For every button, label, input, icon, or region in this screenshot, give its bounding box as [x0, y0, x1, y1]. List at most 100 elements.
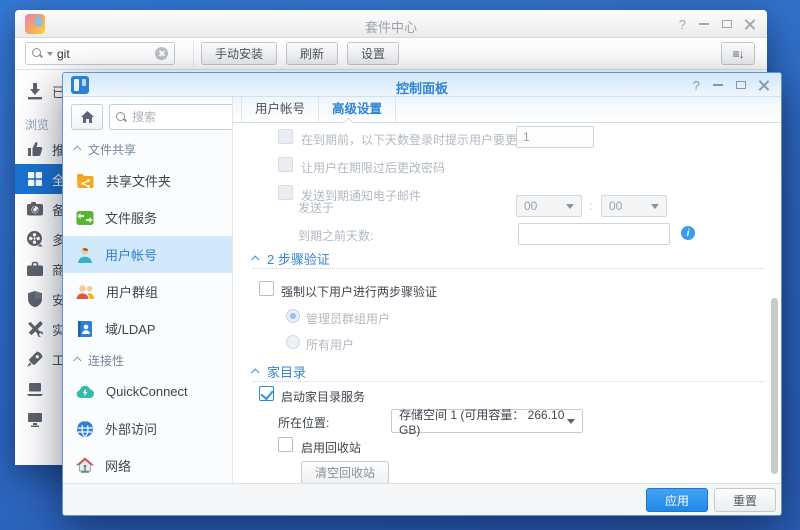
file-services-icon [75, 208, 95, 228]
send-hour-value: 00 [524, 199, 537, 213]
section-title: 文件共享 [88, 141, 136, 158]
download-icon [25, 81, 45, 101]
refresh-button[interactable]: 刷新 [286, 42, 338, 65]
home-button[interactable] [71, 104, 103, 130]
location-label: 所在位置: [278, 414, 329, 431]
manual-install-button[interactable]: 手动安装 [201, 42, 277, 65]
control-panel-titlebar[interactable]: 控制面板 ? [63, 73, 781, 97]
scrollbar-thumb[interactable] [771, 298, 778, 474]
chevron-down-icon [651, 204, 659, 209]
sidebar-search-box[interactable] [109, 104, 233, 130]
browse-section-label: 浏览 [25, 116, 49, 133]
sidebar-item-label: 外部访问 [105, 419, 157, 438]
clear-search-icon[interactable] [155, 47, 168, 60]
expire-prompt-checkbox[interactable] [278, 129, 293, 144]
close-icon[interactable] [745, 19, 755, 29]
film-reel-icon [25, 229, 45, 249]
sidebar-item-label: 域/LDAP [105, 319, 156, 338]
help-icon[interactable]: ? [693, 79, 700, 92]
enforce-two-step-label: 强制以下用户进行两步骤验证 [281, 283, 437, 300]
admin-group-label: 管理员群组用户 [306, 310, 390, 327]
send-hour-select[interactable]: 00 [516, 195, 582, 217]
help-icon[interactable]: ? [679, 18, 686, 31]
package-center-title: 套件中心 [15, 17, 767, 36]
quickconnect-cloud-icon [75, 382, 96, 402]
thumbs-up-icon [25, 139, 45, 159]
settings-button[interactable]: 设置 [347, 42, 399, 65]
location-value: 存储空间 1 (可用容量： 266.10 GB) [399, 406, 567, 437]
globe-icon [75, 419, 95, 439]
sidebar-item-label: 网络 [105, 456, 131, 475]
tab-advanced-settings[interactable]: 高级设置 [319, 97, 396, 122]
search-filter-caret-icon[interactable] [47, 52, 53, 56]
sidebar-item-user-account[interactable]: 用户帐号 [63, 236, 232, 273]
enable-recycle-checkbox[interactable] [278, 437, 293, 452]
minimize-icon[interactable] [699, 23, 709, 25]
send-minute-select[interactable]: 00 [601, 195, 667, 217]
allow-change-after-checkbox[interactable] [278, 157, 293, 172]
sidebar-item-user-group[interactable]: 用户群组 [63, 273, 232, 310]
send-at-label: 发送于 [298, 199, 334, 216]
tab-user-account[interactable]: 用户帐号 [241, 97, 319, 122]
grid-icon [25, 169, 45, 189]
package-search-input[interactable] [57, 47, 151, 61]
package-center-titlebar[interactable]: 套件中心 ? [15, 10, 767, 38]
briefcase-icon [25, 259, 45, 279]
all-users-label: 所有用户 [306, 336, 354, 353]
close-icon[interactable] [759, 80, 769, 90]
all-users-radio[interactable] [286, 335, 300, 349]
chevron-up-icon [73, 356, 81, 364]
sidebar-item-label: 用户帐号 [105, 245, 157, 264]
control-panel-main: 用户帐号 高级设置 在到期前，以下天数登录时提示用户要更改密码 让用户在期限过后… [233, 97, 781, 483]
sidebar-item-label: QuickConnect [106, 384, 188, 399]
package-center-toolbar: 手动安装 刷新 设置 ≡↓ [15, 38, 767, 70]
sort-button[interactable]: ≡↓ [721, 42, 755, 65]
control-panel-title: 控制面板 [63, 78, 781, 97]
enable-home-service-label: 启动家目录服务 [281, 388, 365, 405]
days-before-input[interactable] [518, 223, 670, 245]
minimize-icon[interactable] [713, 84, 723, 86]
home-icon [80, 110, 95, 124]
sidebar-item-external-access[interactable]: 外部访问 [63, 410, 232, 447]
sidebar-item-domain-ldap[interactable]: 域/LDAP [63, 310, 232, 347]
user-icon [75, 245, 95, 265]
sidebar-search-input[interactable] [132, 110, 233, 124]
enforce-two-step-checkbox[interactable] [259, 281, 274, 296]
section-divider [253, 364, 765, 382]
maximize-icon[interactable] [736, 81, 746, 89]
sidebar-item-network[interactable]: 网络 [63, 447, 232, 483]
expire-prompt-days-input[interactable] [516, 126, 594, 148]
send-expire-mail-checkbox[interactable] [278, 185, 293, 200]
network-house-icon [75, 456, 95, 476]
enable-recycle-label: 启用回收站 [301, 439, 361, 456]
control-panel-window: 控制面板 ? 文件共享 [62, 72, 782, 516]
sidebar-item-label: 文件服务 [105, 208, 157, 227]
reset-button[interactable]: 重置 [714, 488, 776, 512]
laptop-icon [25, 379, 45, 399]
rocket-icon [25, 349, 45, 369]
package-search-box[interactable] [25, 42, 175, 65]
empty-recycle-button[interactable]: 清空回收站 [301, 461, 389, 483]
tab-bar: 用户帐号 高级设置 [233, 97, 781, 123]
toolbar-divider [193, 41, 194, 67]
location-select[interactable]: 存储空间 1 (可用容量： 266.10 GB) [391, 409, 583, 433]
chevron-down-icon [567, 419, 575, 424]
section-connectivity[interactable]: 连接性 [63, 347, 232, 373]
section-divider [253, 251, 765, 269]
sidebar-item-label: 用户群组 [106, 282, 158, 301]
backup-camera-icon [25, 199, 45, 219]
sidebar-item-shared-folder[interactable]: 共享文件夹 [63, 162, 232, 199]
desktop: { "package_center": { "title": "套件中心", "… [0, 0, 800, 530]
admin-group-radio[interactable] [286, 309, 300, 323]
search-icon [32, 48, 43, 59]
package-center-window-controls: ? [679, 10, 755, 38]
chevron-up-icon [73, 145, 81, 153]
maximize-icon[interactable] [722, 20, 732, 28]
sidebar-item-quickconnect[interactable]: QuickConnect [63, 373, 232, 410]
send-minute-value: 00 [609, 199, 622, 213]
sidebar-item-file-services[interactable]: 文件服务 [63, 199, 232, 236]
enable-home-service-checkbox[interactable] [259, 386, 274, 401]
search-icon [116, 112, 127, 123]
apply-button[interactable]: 应用 [646, 488, 708, 512]
section-file-sharing[interactable]: 文件共享 [63, 136, 232, 162]
